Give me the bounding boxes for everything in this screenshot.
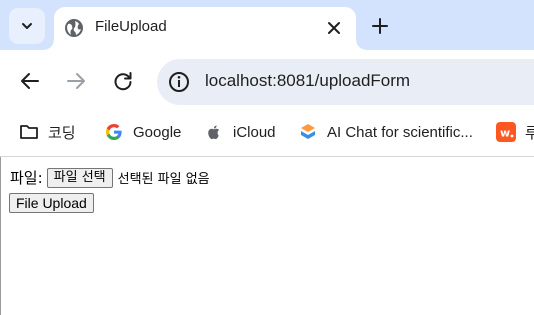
bookmark-wrtn[interactable]: w 루: [496, 121, 534, 143]
address-bar[interactable]: localhost:8081/uploadForm: [157, 59, 534, 105]
choose-file-button[interactable]: 파일 선택: [46, 167, 113, 188]
new-tab-plus-icon[interactable]: [368, 14, 392, 38]
bookmark-label: Google: [133, 123, 182, 141]
bookmark-label: 루: [525, 124, 534, 142]
bookmark-google[interactable]: Google: [104, 121, 181, 143]
active-tab[interactable]: FileUpload: [44, 7, 366, 50]
svg-text:w: w: [500, 127, 510, 140]
back-arrow-icon[interactable]: [19, 70, 41, 92]
reload-icon[interactable]: [112, 70, 134, 92]
tab-strip: FileUpload: [0, 0, 534, 50]
wrtn-icon: w: [496, 122, 516, 142]
google-icon: [106, 124, 122, 140]
bookmark-coding-folder[interactable]: 코딩: [19, 121, 76, 143]
bookmarks-bar: 코딩 Google iCloud AI Chat for scientific.…: [0, 112, 534, 157]
site-info-icon[interactable]: [167, 70, 191, 94]
file-upload-button[interactable]: File Upload: [9, 193, 94, 213]
globe-icon: [65, 19, 83, 37]
bookmark-label: iCloud: [233, 123, 276, 141]
bookmark-label: AI Chat for scientific...: [327, 123, 473, 141]
bookmark-ai-chat[interactable]: AI Chat for scientific...: [298, 121, 473, 143]
apple-icon: [208, 125, 220, 140]
file-label: 파일:: [10, 169, 43, 187]
tab-title: FileUpload: [95, 18, 167, 35]
page-content: 파일: 파일 선택 선택된 파일 없음 File Upload: [0, 157, 534, 315]
tab-search-button[interactable]: [9, 8, 45, 44]
close-icon[interactable]: [324, 18, 344, 38]
bookmark-icloud[interactable]: iCloud: [204, 121, 276, 143]
browser-toolbar: localhost:8081/uploadForm: [0, 50, 534, 112]
url-text[interactable]: localhost:8081/uploadForm: [205, 71, 410, 91]
forward-arrow-icon[interactable]: [65, 70, 87, 92]
file-row: 파일: 파일 선택 선택된 파일 없음: [10, 167, 210, 188]
scispace-icon: [301, 124, 315, 139]
bookmark-label: 코딩: [48, 124, 76, 142]
chevron-down-icon: [22, 23, 32, 29]
no-file-selected-text: 선택된 파일 없음: [117, 172, 210, 187]
folder-icon: [20, 125, 38, 139]
